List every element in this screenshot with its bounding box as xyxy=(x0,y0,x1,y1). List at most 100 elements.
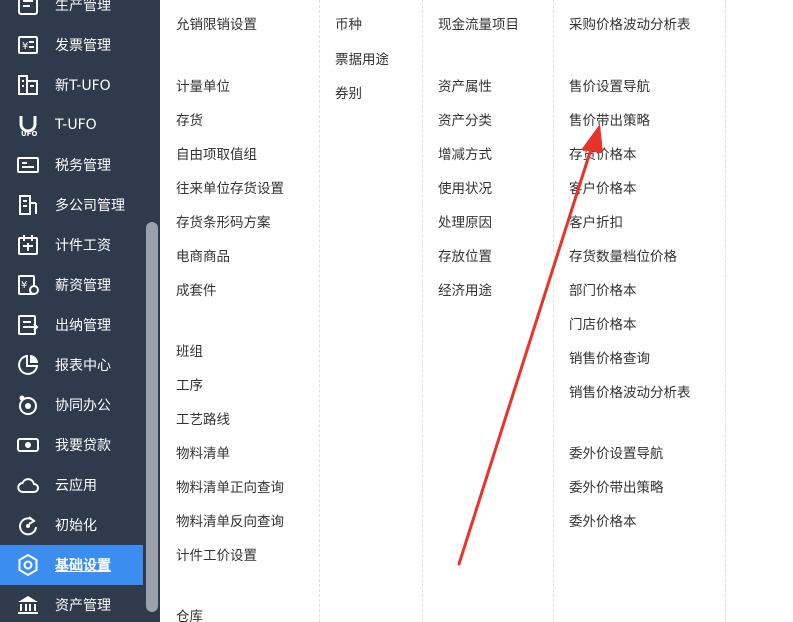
menu-link[interactable]: 币种 xyxy=(335,15,362,35)
menu-link[interactable]: 客户折扣 xyxy=(569,213,623,233)
sidebar-item-loan[interactable]: 我要贷款 xyxy=(0,425,143,465)
pie-chart-icon xyxy=(15,352,41,378)
menu-link[interactable]: 委外价带出策略 xyxy=(569,478,664,498)
menu-link[interactable]: 券别 xyxy=(335,84,362,104)
menu-link[interactable]: 销售价格查询 xyxy=(569,349,650,369)
menu-link[interactable]: 门店价格本 xyxy=(569,315,637,335)
piecework-icon xyxy=(15,232,41,258)
menu-link[interactable]: 售价设置导航 xyxy=(569,77,650,97)
menu-link[interactable]: 经济用途 xyxy=(438,281,492,301)
menu-link[interactable]: 部门价格本 xyxy=(569,281,637,301)
sidebar-item-label: 新T-UFO xyxy=(55,78,111,94)
multi-company-icon xyxy=(15,192,41,218)
sidebar-item-asset-management[interactable]: 资产管理 xyxy=(0,585,143,622)
sidebar-item-label: 发票管理 xyxy=(55,38,111,54)
bank-icon xyxy=(15,592,41,618)
sidebar-item-piecework[interactable]: 计件工资 xyxy=(0,225,143,265)
sidebar-item-label: T-UFO xyxy=(55,117,97,133)
sidebar-item-label: 计件工资 xyxy=(55,238,111,254)
menu-link[interactable]: 物料清单反向查询 xyxy=(176,512,284,532)
sidebar-item-label: 薪资管理 xyxy=(55,278,111,294)
refresh-icon xyxy=(15,512,41,538)
menu-link[interactable]: 自由项取值组 xyxy=(176,145,257,165)
menu-link[interactable]: 客户价格本 xyxy=(569,179,637,199)
menu-link[interactable]: 存货价格本 xyxy=(569,145,637,165)
menu-link[interactable]: 处理原因 xyxy=(438,213,492,233)
sidebar-item-invoice[interactable]: ¥ 发票管理 xyxy=(0,25,143,65)
sidebar-item-cloud-app[interactable]: 云应用 xyxy=(0,465,143,505)
sidebar-item-initialize[interactable]: 初始化 xyxy=(0,505,143,545)
menu-link[interactable]: 允销限销设置 xyxy=(176,15,257,35)
menu-link[interactable]: 资产分类 xyxy=(438,111,492,131)
sidebar-item-report-center[interactable]: 报表中心 xyxy=(0,345,143,385)
menu-link-price-strategy[interactable]: 售价带出策略 xyxy=(569,111,650,131)
sidebar-item-tax[interactable]: 税务管理 xyxy=(0,145,143,185)
menu-link[interactable]: 现金流量项目 xyxy=(438,15,519,35)
cloud-icon xyxy=(15,472,41,498)
menu-link[interactable]: 班组 xyxy=(176,342,203,362)
collaboration-icon xyxy=(15,392,41,418)
sidebar-item-salary[interactable]: ¥ 薪资管理 xyxy=(0,265,143,305)
menu-link[interactable]: 存货数量档位价格 xyxy=(569,247,677,267)
menu-link[interactable]: 电商商品 xyxy=(176,247,230,267)
menu-link[interactable]: 工艺路线 xyxy=(176,410,230,430)
menu-link[interactable]: 物料清单 xyxy=(176,444,230,464)
menu-link[interactable]: 计件工价设置 xyxy=(176,546,257,566)
menu-link[interactable]: 存货条形码方案 xyxy=(176,213,271,233)
menu-link[interactable]: 票据用途 xyxy=(335,50,389,70)
sidebar-item-label: 生产管理 xyxy=(55,0,111,14)
sidebar-item-t-ufo[interactable]: UFO T-UFO xyxy=(0,105,143,145)
menu-panel: 允销限销设置 计量单位 存货 自由项取值组 往来单位存货设置 存货条形码方案 电… xyxy=(160,0,793,622)
sidebar-item-label: 初始化 xyxy=(55,518,97,534)
sidebar-item-label: 多公司管理 xyxy=(55,198,125,214)
menu-link[interactable]: 增减方式 xyxy=(438,145,492,165)
sidebar-item-label: 资产管理 xyxy=(55,598,111,614)
sidebar-scrollbar-thumb[interactable] xyxy=(146,222,158,612)
menu-link[interactable]: 仓库 xyxy=(176,607,203,622)
menu-link[interactable]: 工序 xyxy=(176,376,203,396)
sidebar-item-label: 税务管理 xyxy=(55,158,111,174)
menu-link[interactable]: 物料清单正向查询 xyxy=(176,478,284,498)
menu-link[interactable]: 委外价设置导航 xyxy=(569,444,664,464)
sidebar-item-basic-settings[interactable]: 基础设置 xyxy=(0,545,143,585)
sidebar-item-label: 基础设置 xyxy=(55,558,111,574)
sidebar-item-new-t-ufo[interactable]: 新T-UFO xyxy=(0,65,143,105)
salary-icon: ¥ xyxy=(15,272,41,298)
production-icon xyxy=(15,0,41,18)
svg-text:¥: ¥ xyxy=(21,280,27,291)
svg-text:¥: ¥ xyxy=(22,41,28,52)
app-window: 生产管理 ¥ 发票管理 新T-UFO UFO T-UFO 税务管理 多公司管理 … xyxy=(0,0,793,622)
ufo-icon: UFO xyxy=(15,112,41,138)
settings-icon xyxy=(15,552,41,578)
menu-link[interactable]: 往来单位存货设置 xyxy=(176,179,284,199)
sidebar-item-multi-company[interactable]: 多公司管理 xyxy=(0,185,143,225)
sidebar-item-label: 协同办公 xyxy=(55,398,111,414)
svg-text:UFO: UFO xyxy=(21,130,37,137)
tax-icon xyxy=(15,152,41,178)
menu-link[interactable]: 销售价格波动分析表 xyxy=(569,383,691,403)
menu-link[interactable]: 使用状况 xyxy=(438,179,492,199)
sidebar-item-label: 我要贷款 xyxy=(55,438,111,454)
sidebar-item-collaboration[interactable]: 协同办公 xyxy=(0,385,143,425)
column-divider xyxy=(725,0,726,622)
sidebar-item-label: 出纳管理 xyxy=(55,318,111,334)
building-icon xyxy=(15,72,41,98)
menu-link[interactable]: 计量单位 xyxy=(176,77,230,97)
column-divider xyxy=(319,0,320,622)
invoice-icon: ¥ xyxy=(15,32,41,58)
sidebar-item-cashier[interactable]: 出纳管理 xyxy=(0,305,143,345)
sidebar-item-label: 报表中心 xyxy=(55,358,111,374)
sidebar: 生产管理 ¥ 发票管理 新T-UFO UFO T-UFO 税务管理 多公司管理 … xyxy=(0,0,160,622)
cashier-icon xyxy=(15,312,41,338)
column-divider xyxy=(422,0,423,622)
menu-link[interactable]: 成套件 xyxy=(176,281,217,301)
menu-link[interactable]: 采购价格波动分析表 xyxy=(569,15,691,35)
menu-link[interactable]: 资产属性 xyxy=(438,77,492,97)
loan-icon xyxy=(15,432,41,458)
sidebar-item-label: 云应用 xyxy=(55,478,97,494)
column-divider xyxy=(553,0,554,622)
menu-link[interactable]: 存货 xyxy=(176,111,203,131)
sidebar-item-production[interactable]: 生产管理 xyxy=(0,0,143,25)
menu-link[interactable]: 存放位置 xyxy=(438,247,492,267)
menu-link[interactable]: 委外价格本 xyxy=(569,512,637,532)
